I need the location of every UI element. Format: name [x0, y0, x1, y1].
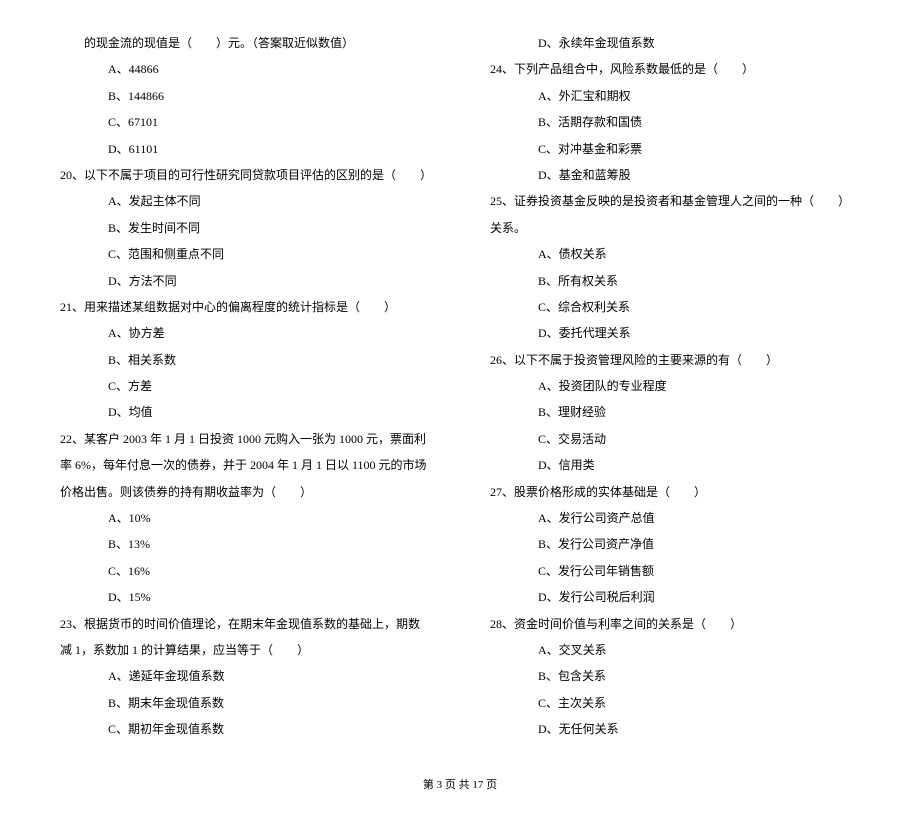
- q19-option-b: B、144866: [60, 83, 430, 109]
- q22-option-b: B、13%: [60, 531, 430, 557]
- q26-option-b: B、理财经验: [490, 399, 860, 425]
- q23-text: 23、根据货币的时间价值理论，在期末年金现值系数的基础上，期数减 1，系数加 1…: [60, 611, 430, 664]
- q24-option-a: A、外汇宝和期权: [490, 83, 860, 109]
- q28-text: 28、资金时间价值与利率之间的关系是（ ）: [490, 611, 860, 637]
- q20-option-b: B、发生时间不同: [60, 215, 430, 241]
- q20-text: 20、以下不属于项目的可行性研究同贷款项目评估的区别的是（ ）: [60, 162, 430, 188]
- q20-option-d: D、方法不同: [60, 268, 430, 294]
- q28-option-a: A、交叉关系: [490, 637, 860, 663]
- q19-continuation: 的现金流的现值是（ ）元。（答案取近似数值）: [60, 30, 430, 56]
- q27-option-b: B、发行公司资产净值: [490, 531, 860, 557]
- q21-option-c: C、方差: [60, 373, 430, 399]
- q19-option-d: D、61101: [60, 136, 430, 162]
- q21-option-b: B、相关系数: [60, 347, 430, 373]
- q25-option-b: B、所有权关系: [490, 268, 860, 294]
- q28-option-b: B、包含关系: [490, 663, 860, 689]
- q28-option-c: C、主次关系: [490, 690, 860, 716]
- right-column: D、永续年金现值系数 24、下列产品组合中，风险系数最低的是（ ） A、外汇宝和…: [490, 30, 860, 743]
- q27-option-d: D、发行公司税后利润: [490, 584, 860, 610]
- q21-text: 21、用来描述某组数据对中心的偏离程度的统计指标是（ ）: [60, 294, 430, 320]
- q23-option-c: C、期初年金现值系数: [60, 716, 430, 742]
- q26-option-c: C、交易活动: [490, 426, 860, 452]
- q28-option-d: D、无任何关系: [490, 716, 860, 742]
- q22-option-d: D、15%: [60, 584, 430, 610]
- q24-option-c: C、对冲基金和彩票: [490, 136, 860, 162]
- q22-option-a: A、10%: [60, 505, 430, 531]
- q20-option-a: A、发起主体不同: [60, 188, 430, 214]
- q25-option-d: D、委托代理关系: [490, 320, 860, 346]
- q26-option-d: D、信用类: [490, 452, 860, 478]
- q24-option-b: B、活期存款和国债: [490, 109, 860, 135]
- q27-option-c: C、发行公司年销售额: [490, 558, 860, 584]
- q25-text: 25、证券投资基金反映的是投资者和基金管理人之间的一种（ ）关系。: [490, 188, 860, 241]
- q26-option-a: A、投资团队的专业程度: [490, 373, 860, 399]
- q21-option-d: D、均值: [60, 399, 430, 425]
- q24-option-d: D、基金和蓝筹股: [490, 162, 860, 188]
- q23-option-d: D、永续年金现值系数: [490, 30, 860, 56]
- q19-option-c: C、67101: [60, 109, 430, 135]
- q22-option-c: C、16%: [60, 558, 430, 584]
- q27-text: 27、股票价格形成的实体基础是（ ）: [490, 479, 860, 505]
- q25-option-a: A、债权关系: [490, 241, 860, 267]
- q26-text: 26、以下不属于投资管理风险的主要来源的有（ ）: [490, 347, 860, 373]
- q20-option-c: C、范围和侧重点不同: [60, 241, 430, 267]
- left-column: 的现金流的现值是（ ）元。（答案取近似数值） A、44866 B、144866 …: [60, 30, 430, 743]
- q24-text: 24、下列产品组合中，风险系数最低的是（ ）: [490, 56, 860, 82]
- page-footer: 第 3 页 共 17 页: [60, 773, 860, 797]
- q21-option-a: A、协方差: [60, 320, 430, 346]
- q22-text: 22、某客户 2003 年 1 月 1 日投资 1000 元购入一张为 1000…: [60, 426, 430, 505]
- q19-option-a: A、44866: [60, 56, 430, 82]
- q25-option-c: C、综合权利关系: [490, 294, 860, 320]
- q27-option-a: A、发行公司资产总值: [490, 505, 860, 531]
- two-column-layout: 的现金流的现值是（ ）元。（答案取近似数值） A、44866 B、144866 …: [60, 30, 860, 743]
- q23-option-b: B、期末年金现值系数: [60, 690, 430, 716]
- q23-option-a: A、递延年金现值系数: [60, 663, 430, 689]
